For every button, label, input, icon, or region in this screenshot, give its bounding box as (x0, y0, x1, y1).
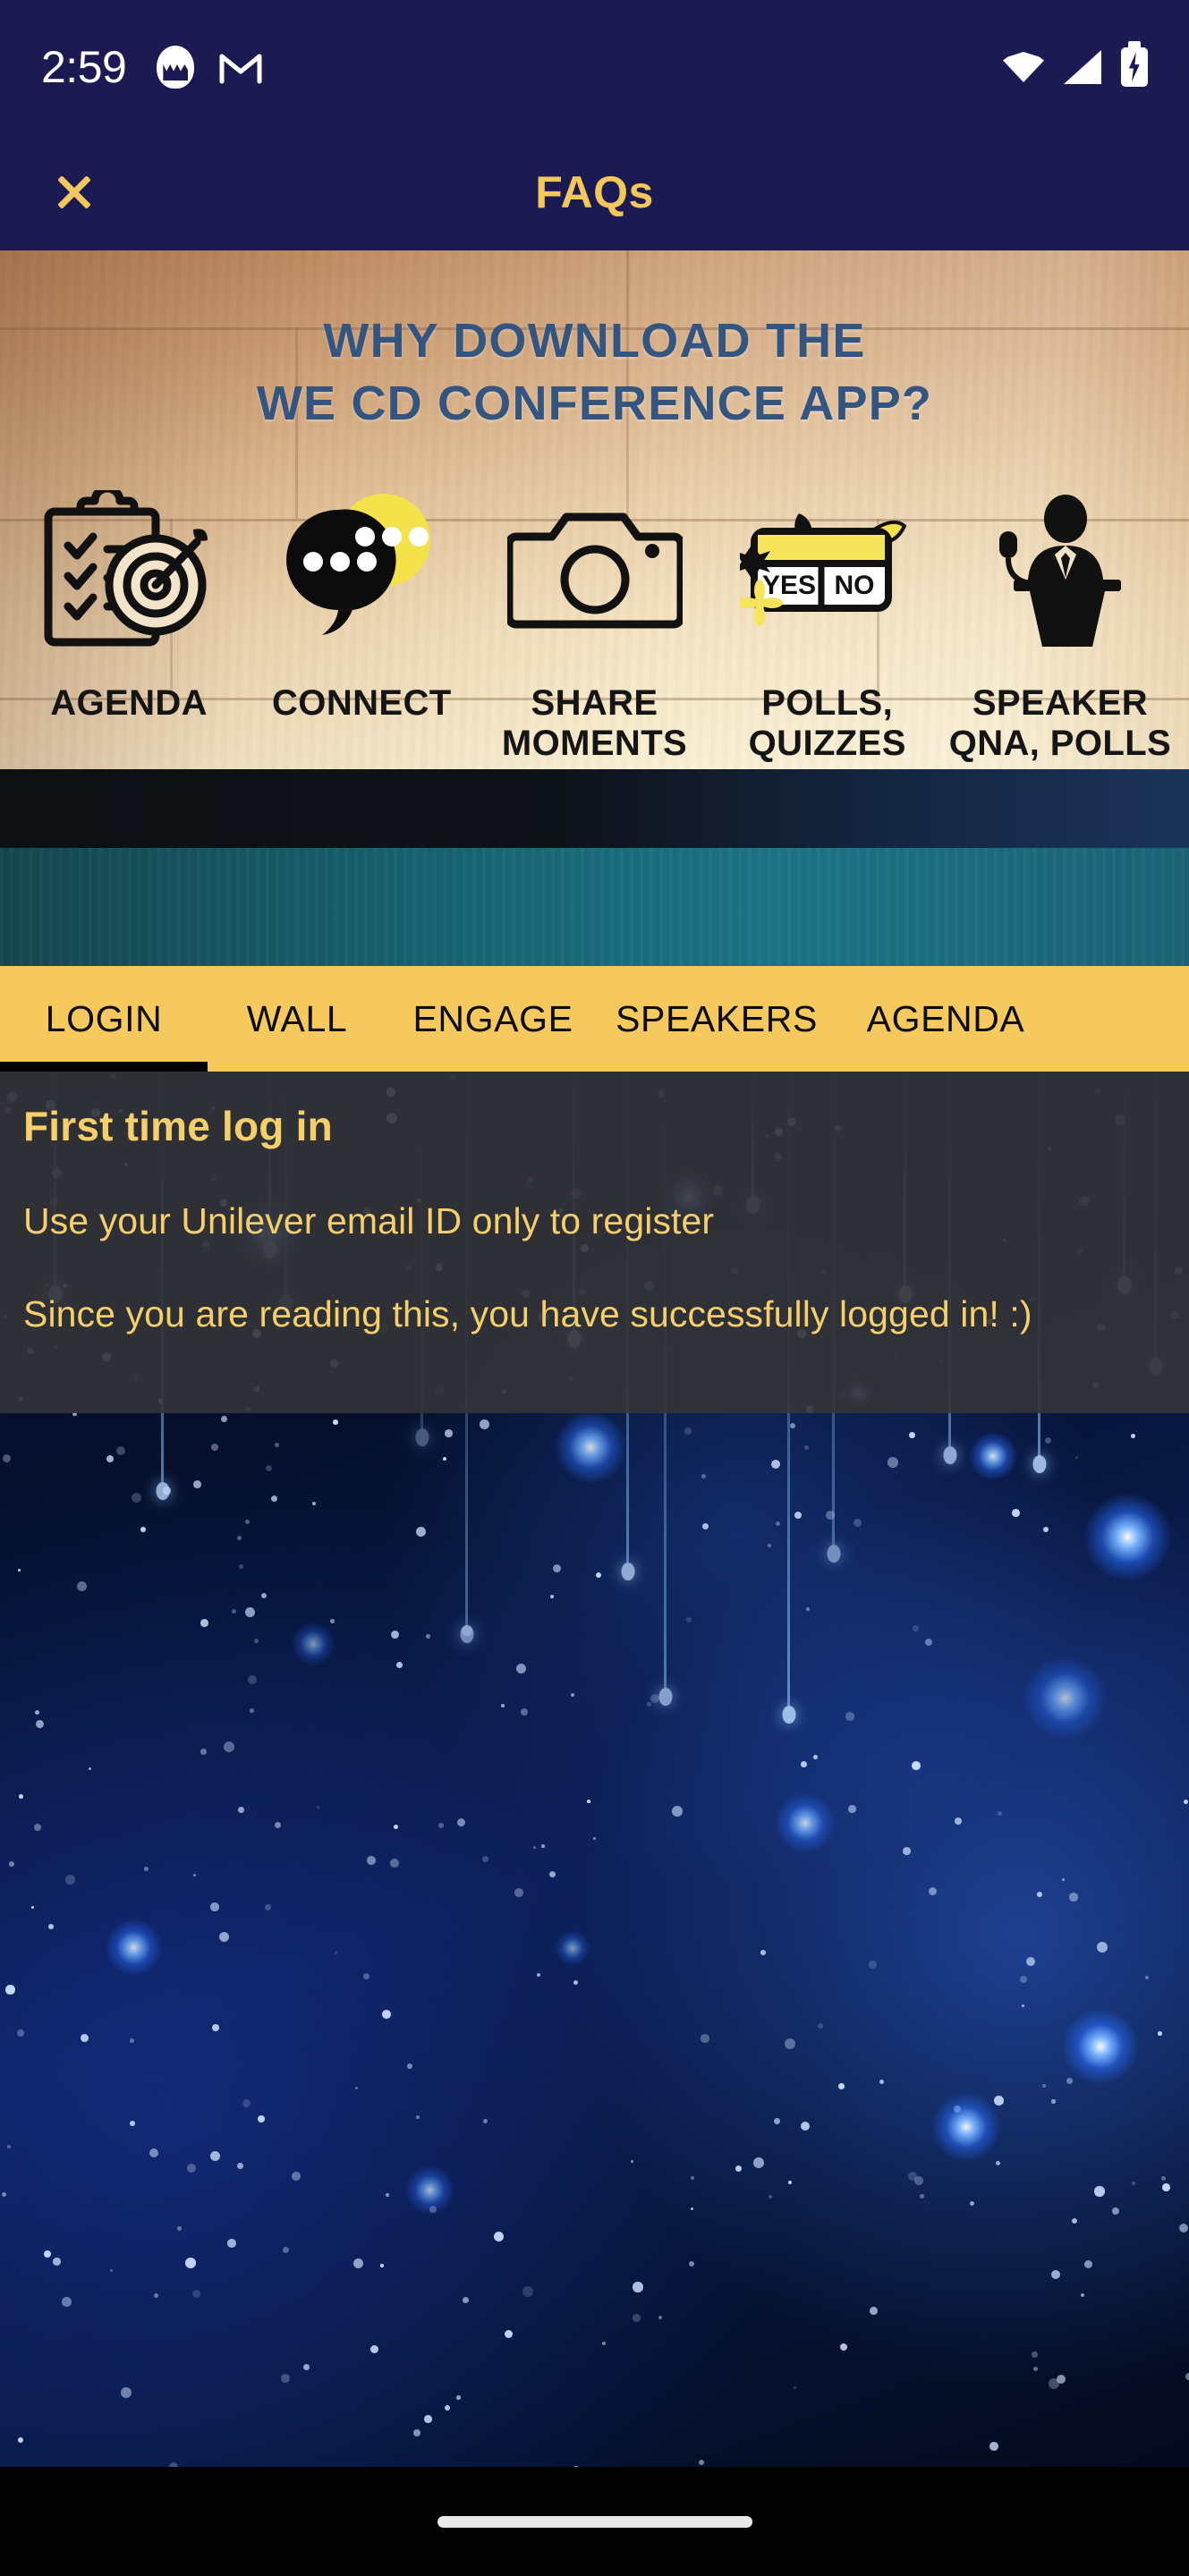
faq-content-panel: First time log in Use your Unilever emai… (0, 1072, 1189, 2467)
battery-charging-icon (1121, 47, 1148, 87)
faq-tab-bar: LOGIN WALL ENGAGE SPEAKERS AGENDA (0, 966, 1189, 1072)
faq-text-line-1: Use your Unilever email ID only to regis… (23, 1200, 715, 1241)
feature-speaker-qna-label: SPEAKER QNA, POLLS (948, 683, 1172, 764)
close-button[interactable] (39, 157, 109, 227)
promo-banner: WHY DOWNLOAD THE WE CD CONFERENCE APP? A… (0, 250, 1189, 966)
faq-text-line-2: Since you are reading this, you have suc… (23, 1293, 1032, 1335)
banner-teal-band (0, 848, 1189, 966)
page-title: FAQs (535, 167, 654, 217)
feature-agenda: AGENDA (13, 481, 245, 724)
camera-icon (506, 481, 683, 660)
feature-share-moments-label: SHARE MOMENTS (501, 683, 688, 764)
tab-engage[interactable]: ENGAGE (386, 966, 599, 1072)
faq-answer-overlay: First time log in Use your Unilever emai… (0, 1072, 1189, 1413)
faq-heading: First time log in (23, 1103, 333, 1149)
banner-headline: WHY DOWNLOAD THE WE CD CONFERENCE APP? (0, 309, 1189, 435)
phone-screen: 2:59 FAQs WHY DOWNLOAD THE WE CD CONFERE… (0, 0, 1189, 2576)
tab-speakers[interactable]: SPEAKERS (599, 966, 834, 1072)
speaker-podium-icon (972, 481, 1148, 660)
egg-app-icon (157, 46, 195, 89)
svg-text:NO: NO (834, 571, 874, 600)
status-bar: 2:59 (0, 0, 1189, 134)
tab-wall[interactable]: WALL (208, 966, 386, 1072)
feature-speaker-qna: SPEAKER QNA, POLLS (944, 481, 1176, 764)
banner-dark-band (0, 769, 1189, 848)
status-bar-left: 2:59 (41, 41, 262, 93)
banner-headline-line1: WHY DOWNLOAD THE (323, 314, 866, 368)
feature-polls-quizzes-label: POLLS, QUIZZES (748, 683, 906, 764)
cellular-signal-icon (1064, 50, 1101, 84)
feature-connect: CONNECT (245, 481, 478, 724)
tab-agenda[interactable]: AGENDA (834, 966, 1057, 1072)
clipboard-target-icon (41, 481, 217, 660)
gmail-icon (219, 50, 262, 84)
feature-connect-label: CONNECT (272, 683, 452, 723)
status-bar-notification-icons (157, 46, 262, 89)
speech-bubble-icon (274, 481, 449, 660)
status-bar-clock: 2:59 (41, 42, 127, 92)
feature-share-moments: SHARE MOMENTS (478, 481, 710, 764)
home-indicator[interactable] (437, 2515, 752, 2528)
feature-polls-quizzes: YES NO POLLS, QUIZZES (711, 481, 944, 764)
system-navigation-bar (0, 2467, 1189, 2576)
wifi-icon (1003, 52, 1044, 82)
feature-agenda-label: AGENDA (50, 683, 208, 723)
status-bar-right (1003, 47, 1148, 87)
yes-no-poll-icon: YES NO (739, 481, 915, 660)
banner-headline-line2: WE CD CONFERENCE APP? (256, 377, 933, 431)
svg-text:YES: YES (762, 571, 816, 600)
tab-login[interactable]: LOGIN (0, 966, 208, 1072)
app-header: FAQs (0, 134, 1189, 250)
close-icon (54, 172, 95, 213)
